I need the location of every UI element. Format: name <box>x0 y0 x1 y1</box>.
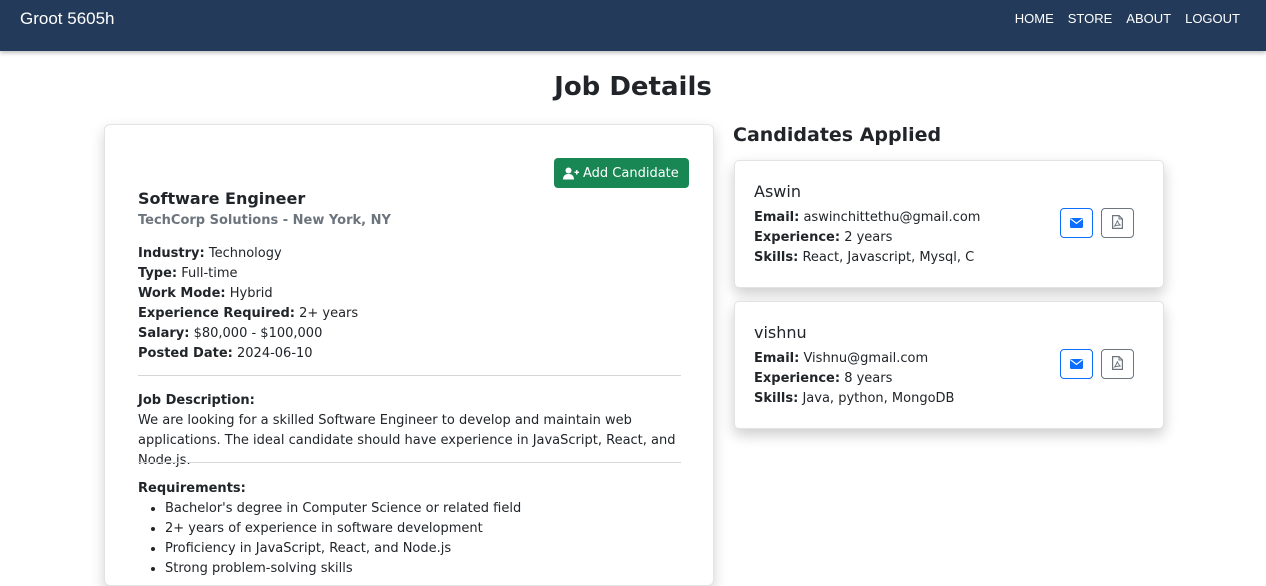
candidate-name: vishnu <box>754 323 807 342</box>
nav-store-link[interactable]: STORE <box>1068 11 1113 26</box>
requirements-heading: Requirements: <box>138 481 246 496</box>
envelope-icon <box>1070 357 1083 372</box>
email-candidate-button[interactable] <box>1060 349 1093 379</box>
brand-logo[interactable]: Groot 5605h <box>20 9 115 29</box>
file-pdf-icon <box>1112 214 1123 232</box>
candidates-heading: Candidates Applied <box>733 124 942 146</box>
view-resume-button[interactable] <box>1101 208 1134 238</box>
nav-about-link[interactable]: ABOUT <box>1126 11 1171 26</box>
requirements-list: Bachelor's degree in Computer Science or… <box>138 499 683 579</box>
job-description-heading: Job Description: <box>138 393 255 408</box>
job-salary: Salary: $80,000 - $100,000 <box>138 326 323 341</box>
candidate-info: Email: aswinchittethu@gmail.com Experien… <box>754 208 980 268</box>
job-posted-date: Posted Date: 2024-06-10 <box>138 346 313 361</box>
envelope-icon <box>1070 216 1083 231</box>
candidate-email: Email: Vishnu@gmail.com <box>754 351 929 366</box>
job-title: Software Engineer <box>138 189 306 208</box>
section-divider <box>138 375 681 376</box>
requirement-item: Bachelor's degree in Computer Science or… <box>165 499 683 519</box>
nav-home-link[interactable]: HOME <box>1015 11 1054 26</box>
requirement-item: Strong problem-solving skills <box>165 559 683 579</box>
candidate-card: Aswin Email: aswinchittethu@gmail.com Ex… <box>734 160 1164 288</box>
nav-links: HOME STORE ABOUT LOGOUT <box>1015 11 1240 26</box>
candidate-experience: Experience: 8 years <box>754 371 893 386</box>
job-experience: Experience Required: 2+ years <box>138 306 359 321</box>
top-navbar: Groot 5605h HOME STORE ABOUT LOGOUT <box>0 0 1266 51</box>
candidate-skills: Skills: React, Javascript, Mysql, C <box>754 250 975 265</box>
candidate-skills: Skills: Java, python, MongoDB <box>754 391 955 406</box>
job-industry: Industry: Technology <box>138 246 282 261</box>
candidate-info: Email: Vishnu@gmail.com Experience: 8 ye… <box>754 349 954 409</box>
add-candidate-button[interactable]: Add Candidate <box>554 158 689 188</box>
job-requirements: Requirements: Bachelor's degree in Compu… <box>138 479 683 579</box>
nav-logout-link[interactable]: LOGOUT <box>1185 11 1240 26</box>
page-title: Job Details <box>554 72 712 102</box>
job-type: Type: Full-time <box>138 266 238 281</box>
candidate-email: Email: aswinchittethu@gmail.com <box>754 210 981 225</box>
job-description: Job Description: We are looking for a sk… <box>138 391 683 471</box>
job-details-card: Add Candidate Software Engineer TechCorp… <box>104 124 714 586</box>
candidate-name: Aswin <box>754 182 801 201</box>
add-candidate-label: Add Candidate <box>583 165 679 181</box>
job-work-mode: Work Mode: Hybrid <box>138 286 273 301</box>
requirement-item: 2+ years of experience in software devel… <box>165 519 683 539</box>
requirement-item: Proficiency in JavaScript, React, and No… <box>165 539 683 559</box>
job-company-location: TechCorp Solutions - New York, NY <box>138 213 391 228</box>
user-plus-icon <box>563 167 579 180</box>
file-pdf-icon <box>1112 355 1123 373</box>
candidate-card: vishnu Email: Vishnu@gmail.com Experienc… <box>734 301 1164 429</box>
view-resume-button[interactable] <box>1101 349 1134 379</box>
section-divider <box>138 462 681 463</box>
email-candidate-button[interactable] <box>1060 208 1093 238</box>
candidate-experience: Experience: 2 years <box>754 230 893 245</box>
job-info-list: Industry: Technology Type: Full-time Wor… <box>138 244 358 364</box>
